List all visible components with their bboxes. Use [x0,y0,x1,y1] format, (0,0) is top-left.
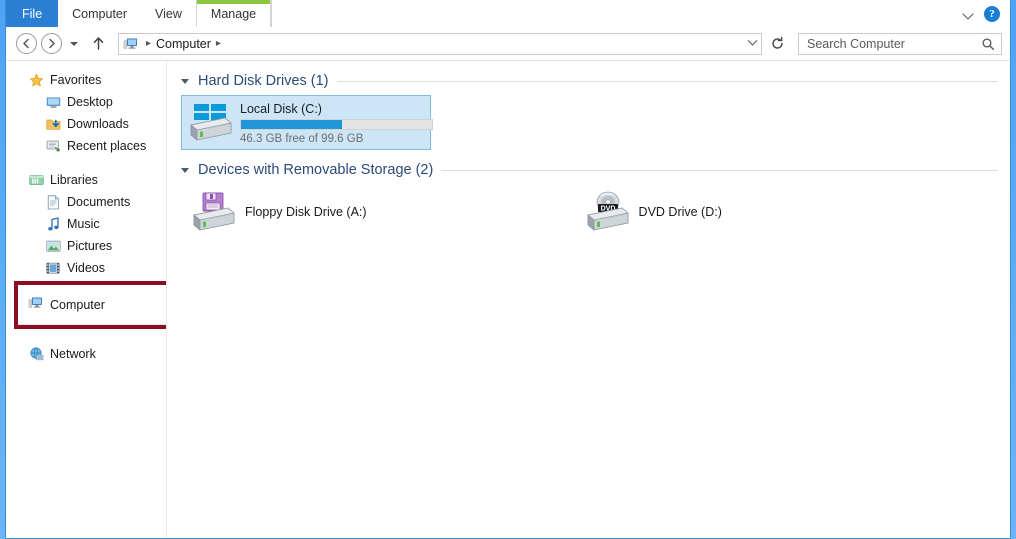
group-divider [336,80,998,82]
sidebar-label: Favorites [50,73,102,87]
desktop-icon [45,94,61,110]
disk-usage-fill [241,120,343,129]
sidebar-item-recent-places[interactable]: Recent places [6,135,166,157]
floppy-drive-icon [189,190,237,234]
file-list-pane: Hard Disk Drives (1) Local Disk (C:) 46.… [167,61,1010,538]
star-icon [28,72,44,88]
dvd-drive-icon: DVD [583,190,631,234]
sidebar-label: Pictures [67,239,113,253]
navigation-bar: ▸ Computer ▸ [6,27,1010,61]
breadcrumb-separator-trailing[interactable]: ▸ [211,38,226,49]
breadcrumb-separator: ▸ [146,38,152,49]
back-arrow-icon[interactable] [16,33,37,54]
group-items-removable-storage: Floppy Disk Drive (A:) DVD DVD Drive (D:… [181,184,998,240]
up-arrow-icon[interactable] [88,34,108,54]
group-divider [441,169,998,171]
documents-icon [45,194,61,210]
sidebar-item-documents[interactable]: Documents [6,191,166,213]
search-icon[interactable] [981,37,995,51]
group-title: Hard Disk Drives (1) [198,73,329,89]
sidebar-item-videos[interactable]: Videos [6,257,166,279]
drive-name: Floppy Disk Drive (A:) [245,205,367,219]
libraries-icon [28,172,44,188]
sidebar-label: Desktop [67,95,113,109]
sidebar-label: Libraries [50,173,98,187]
sidebar-label: Videos [67,261,105,275]
sidebar-group-favorites[interactable]: Favorites [6,69,166,91]
ribbon-controls: ? [957,0,1010,27]
sidebar-label: Music [67,217,100,231]
address-dropdown-icon[interactable] [743,40,761,47]
drive-name: DVD Drive (D:) [638,205,722,219]
drive-tile-dvd-d[interactable]: DVD DVD Drive (D:) [575,184,730,240]
search-input[interactable] [807,36,981,51]
sidebar-item-network[interactable]: Network [6,343,96,365]
chevron-down-icon[interactable] [963,10,974,17]
tab-manage[interactable]: Manage [195,0,272,27]
downloads-icon [45,116,61,132]
music-icon [45,216,61,232]
network-icon [28,346,44,362]
collapse-triangle-icon[interactable] [181,167,189,173]
disk-usage-bar [240,119,433,130]
sidebar-label: Documents [67,195,131,209]
help-icon[interactable]: ? [984,5,1000,22]
refresh-icon[interactable] [766,33,788,55]
window-body: Favorites Desktop Downloads Recent place… [6,61,1010,538]
computer-icon [123,37,139,51]
search-box[interactable] [798,32,1002,55]
group-title: Devices with Removable Storage (2) [198,162,434,178]
sidebar-item-desktop[interactable]: Desktop [6,91,166,113]
hard-disk-icon [186,100,234,144]
tab-file[interactable]: File [6,0,59,27]
tab-view[interactable]: View [141,0,196,27]
breadcrumb-computer[interactable]: Computer [156,37,211,51]
computer-icon [28,296,44,313]
recent-locations-icon[interactable] [66,34,82,54]
explorer-window: File Computer View Manage ? ▸ Computer ▸… [5,0,1011,539]
sidebar-item-downloads[interactable]: Downloads [6,113,166,135]
drive-tile-local-disk-c[interactable]: Local Disk (C:) 46.3 GB free of 99.6 GB [181,95,433,150]
address-bar[interactable]: ▸ Computer ▸ [118,32,762,55]
drive-tile-floppy-a[interactable]: Floppy Disk Drive (A:) [181,184,375,240]
pictures-icon [45,238,61,254]
sidebar-item-computer[interactable]: Computer [18,285,166,325]
drive-capacity-text: 46.3 GB free of 99.6 GB [240,133,364,145]
sidebar-item-music[interactable]: Music [6,213,166,235]
recent-places-icon [45,138,61,154]
drive-name: Local Disk (C:) [240,102,322,116]
group-header-removable-storage[interactable]: Devices with Removable Storage (2) [181,162,998,178]
drive-info: Local Disk (C:) 46.3 GB free of 99.6 GB [240,100,433,145]
collapse-triangle-icon[interactable] [181,78,189,84]
sidebar-label: Network [50,347,96,361]
sidebar-label: Downloads [67,117,129,131]
sidebar-label: Computer [50,297,105,312]
sidebar-item-pictures[interactable]: Pictures [6,235,166,257]
sidebar-group-libraries[interactable]: Libraries [6,169,166,191]
group-items-hard-disk-drives: Local Disk (C:) 46.3 GB free of 99.6 GB [181,95,998,150]
ribbon-tab-strip: File Computer View Manage ? [6,0,1010,27]
group-header-hard-disk-drives[interactable]: Hard Disk Drives (1) [181,73,998,89]
videos-icon [45,260,61,276]
forward-arrow-icon[interactable] [41,33,62,54]
navigation-pane: Favorites Desktop Downloads Recent place… [6,61,167,538]
tab-computer[interactable]: Computer [58,0,142,27]
tab-strip-filler [271,0,957,27]
sidebar-label: Recent places [67,139,147,153]
